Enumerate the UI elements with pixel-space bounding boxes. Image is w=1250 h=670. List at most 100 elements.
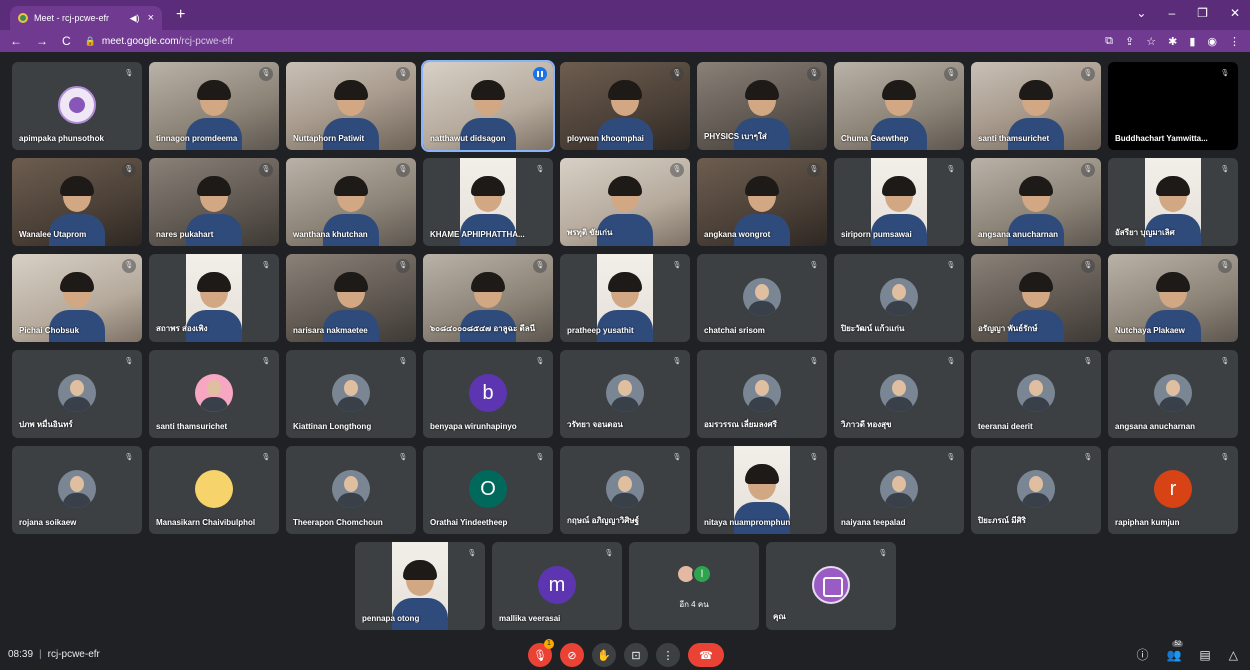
mic-off-icon: 🎙	[261, 262, 271, 269]
participant-avatar	[880, 278, 918, 316]
microphone-toggle-button[interactable]: 🎙 1	[528, 639, 554, 667]
participant-tile[interactable]: 🎙 วิภาวดี ทองสุข	[834, 350, 964, 438]
camera-off-icon: ⊘	[567, 649, 577, 662]
hang-up-icon: ☎	[699, 649, 713, 662]
participant-tile[interactable]: b 🎙 benyapa wirunhapinyo	[423, 350, 553, 438]
extensions-icon[interactable]: ✱	[1168, 35, 1177, 48]
bookmark-star-icon[interactable]: ☆	[1146, 35, 1156, 48]
participant-tile[interactable]: 🎙 naiyana teepalad	[834, 446, 964, 534]
participant-tile[interactable]: 🎙 tinnagon promdeema	[149, 62, 279, 150]
share-icon[interactable]: ⇪	[1125, 35, 1134, 48]
participant-tile[interactable]: 🎙 Manasikarn Chaivibulphol	[149, 446, 279, 534]
participant-tile[interactable]: 🎙 teeranai deerit	[971, 350, 1101, 438]
participant-tile[interactable]: 🎙 Kiattinan Longthong	[286, 350, 416, 438]
participant-tile[interactable]: 🎙 santi thamsurichet	[971, 62, 1101, 150]
participant-name: siriporn pumsawai	[841, 230, 912, 239]
participant-tile[interactable]: 🎙 Wanalee Utaprom	[12, 158, 142, 246]
tab-audio-icon[interactable]: ◀)	[130, 13, 140, 24]
chat-icon[interactable]: ▤	[1199, 648, 1210, 662]
participant-tile[interactable]: 🎙 siriporn pumsawai	[834, 158, 964, 246]
participant-name: rapiphan kumjun	[1115, 518, 1180, 527]
participant-avatar	[58, 374, 96, 412]
participant-name: rojana soikaew	[19, 518, 77, 527]
participant-tile[interactable]: 🎙 Pichai Chobsuk	[12, 254, 142, 342]
call-controls: 🎙 1 ⊘ ✋ ⊡ ⋮ ☎	[528, 639, 724, 667]
participant-tile[interactable]: 🎙 สถาพร ส่องเพิง	[149, 254, 279, 342]
participant-tile[interactable]: 🎙 ๖๐๘๔๐๐๐๘๕๔๗ อาลูฉะ ดีลนี	[423, 254, 553, 342]
more-participants-tile[interactable]: l อีก 4 คน	[629, 542, 759, 630]
participant-tile[interactable]: 🎙 pratheep yusathit	[560, 254, 690, 342]
reload-icon[interactable]: C	[62, 34, 71, 48]
tab-search-icon[interactable]: ⌄	[1136, 6, 1146, 20]
participant-name: วรัทยา จอนดอน	[567, 420, 623, 429]
participant-tile[interactable]: 🎙 apimpaka phunsothok	[12, 62, 142, 150]
participant-tile[interactable]: 🎙 nares pukahart	[149, 158, 279, 246]
participant-tile[interactable]: 🎙 angkana wongrot	[697, 158, 827, 246]
participant-name: benyapa wirunhapinyo	[430, 422, 517, 431]
participant-tile[interactable]: 🎙 nitaya nuampromphun	[697, 446, 827, 534]
mic-off-icon: 🎙	[396, 163, 410, 177]
profile-icon[interactable]: ◉	[1207, 35, 1217, 48]
participant-tile[interactable]: 🎙 Nuttaphorn Patiwit	[286, 62, 416, 150]
browser-menu-icon[interactable]: ⋮	[1229, 35, 1240, 48]
participant-tile[interactable]: m 🎙 mallika veerasai	[492, 542, 622, 630]
tab-close-icon[interactable]: ×	[148, 12, 154, 24]
participant-tile[interactable]: 🎙 angsana anucharnan	[1108, 350, 1238, 438]
meet-favicon-icon	[18, 13, 28, 23]
participant-tile[interactable]: 🎙 angsana anucharnan	[971, 158, 1101, 246]
participant-tile[interactable]: natthawut didsagon	[421, 60, 555, 152]
participant-tile[interactable]: 🎙 pennapa otong	[355, 542, 485, 630]
participant-avatar	[812, 566, 850, 604]
close-window-button[interactable]: ✕	[1230, 6, 1240, 20]
participant-tile[interactable]: 🎙 ปภพ หมื่นอินทร์	[12, 350, 142, 438]
raise-hand-button[interactable]: ✋	[592, 643, 616, 667]
meeting-info-icon[interactable]: ⓘ	[1136, 646, 1148, 663]
participant-tile[interactable]: 🎙 wanthana khutchan	[286, 158, 416, 246]
participant-tile[interactable]: 🎙 ปิยะภรณ์ มีศิริ	[971, 446, 1101, 534]
activities-icon[interactable]: △	[1229, 648, 1238, 662]
browser-tab[interactable]: Meet - rcj-pcwe-efr ◀) ×	[10, 6, 162, 30]
restore-button[interactable]: ❐	[1197, 6, 1208, 20]
participant-tile[interactable]: 🎙 Chuma Gaewthep	[834, 62, 964, 150]
mic-off-icon: 🎙	[1081, 259, 1095, 273]
new-tab-button[interactable]: +	[176, 6, 185, 24]
translate-icon[interactable]: ⧉	[1105, 35, 1113, 48]
participant-tile[interactable]: r 🎙 rapiphan kumjun	[1108, 446, 1238, 534]
participant-tile[interactable]: 🎙 chatchai srisom	[697, 254, 827, 342]
participant-tile[interactable]: 🎙 narisara nakmaetee	[286, 254, 416, 342]
participant-tile[interactable]: 🎙 อรัญญา พันธ์รักษ์	[971, 254, 1101, 342]
mic-off-icon: 🎙	[535, 454, 545, 461]
participant-tile[interactable]: 🎙 พรทุติ ขัยเก่น	[560, 158, 690, 246]
participant-avatar	[1017, 470, 1055, 508]
lock-icon[interactable]: 🔒	[85, 36, 96, 47]
camera-toggle-button[interactable]: ⊘	[560, 643, 584, 667]
participant-tile[interactable]: 🎙 PHYSICS เบาๆใส่	[697, 62, 827, 150]
participant-tile[interactable]: 🎙 Buddhachart Yamwitta...	[1108, 62, 1238, 150]
participant-avatar: b	[469, 374, 507, 412]
participant-tile[interactable]: 🎙 วรัทยา จอนดอน	[560, 350, 690, 438]
participant-tile[interactable]: O 🎙 Orathai Yindeetheep	[423, 446, 553, 534]
participant-tile[interactable]: 🎙 KHAME APHIPHATTHA...	[423, 158, 553, 246]
participant-name: สถาพร ส่องเพิง	[156, 324, 208, 333]
url-field[interactable]: meet.google.com/rcj-pcwe-efr	[102, 36, 234, 47]
participant-tile[interactable]: 🎙 อมรวรรณ เลี่ยมลงศรี	[697, 350, 827, 438]
participant-tile[interactable]: 🎙 Theerapon Chomchoun	[286, 446, 416, 534]
participant-tile[interactable]: 🎙 Nutchaya Plakaew	[1108, 254, 1238, 342]
mic-off-icon: 🎙	[807, 163, 821, 177]
participant-tile[interactable]: 🎙 คุณ	[766, 542, 896, 630]
leave-call-button[interactable]: ☎	[688, 643, 724, 667]
forward-icon[interactable]: →	[36, 34, 48, 48]
people-button[interactable]: 👥 52	[1166, 640, 1184, 662]
present-button[interactable]: ⊡	[624, 643, 648, 667]
more-options-button[interactable]: ⋮	[656, 643, 680, 667]
back-icon[interactable]: ←	[10, 34, 22, 48]
minimize-button[interactable]: –	[1168, 6, 1175, 20]
side-panel-icon[interactable]: ▮	[1189, 35, 1195, 48]
participant-tile[interactable]: 🎙 santi thamsurichet	[149, 350, 279, 438]
participant-tile[interactable]: 🎙 กฤษณ์ อภิญญาวิศิษฐ์	[560, 446, 690, 534]
participant-tile[interactable]: 🎙 อัสรียา บุญมาเลิศ	[1108, 158, 1238, 246]
participant-name: Nutchaya Plakaew	[1115, 326, 1185, 335]
participant-tile[interactable]: 🎙 ploywan khoomphai	[560, 62, 690, 150]
participant-tile[interactable]: 🎙 ปิยะวัฒน์ แก้วแก่น	[834, 254, 964, 342]
participant-tile[interactable]: 🎙 rojana soikaew	[12, 446, 142, 534]
